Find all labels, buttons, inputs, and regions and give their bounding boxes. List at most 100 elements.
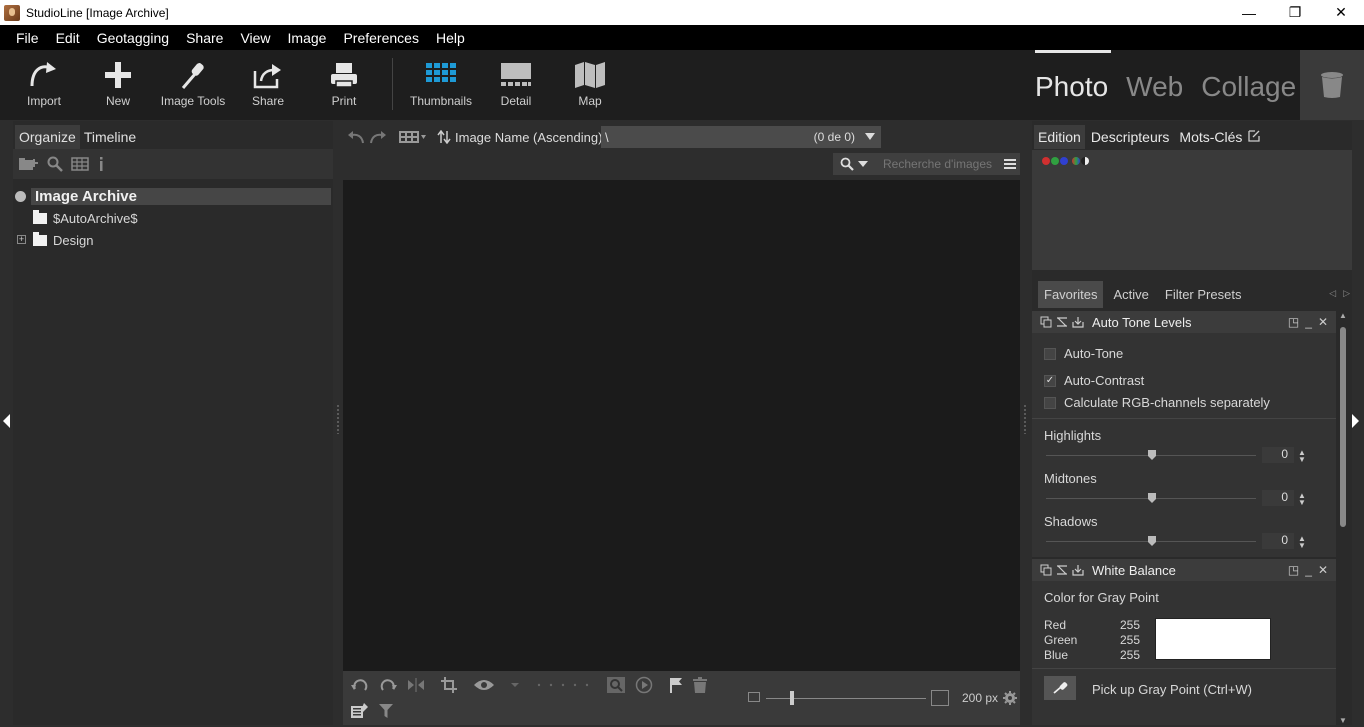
- menu-view[interactable]: View: [240, 30, 270, 46]
- rotate-right-icon[interactable]: [379, 677, 397, 693]
- flag-icon[interactable]: [669, 677, 683, 693]
- auto-tone-checkbox[interactable]: [1044, 347, 1056, 360]
- copy-settings-icon[interactable]: [1040, 316, 1052, 328]
- search-input[interactable]: [875, 153, 1000, 175]
- right-splitter[interactable]: [1024, 404, 1026, 434]
- tab-active[interactable]: Active: [1107, 281, 1154, 308]
- undock-icon[interactable]: ◳: [1288, 563, 1299, 577]
- minimize-section-icon[interactable]: _: [1305, 315, 1312, 329]
- menu-geotagging[interactable]: Geotagging: [97, 30, 169, 46]
- thumbnails-button[interactable]: Thumbnails: [410, 50, 472, 120]
- tab-descripteurs[interactable]: Descripteurs: [1087, 125, 1174, 149]
- tree-item-autoarchive[interactable]: $AutoArchive$: [13, 207, 333, 229]
- reset-icon[interactable]: [1056, 316, 1068, 328]
- eye-icon[interactable]: [473, 678, 495, 692]
- thumbnail-area[interactable]: [343, 180, 1020, 671]
- crop-icon[interactable]: [441, 677, 457, 693]
- large-thumb-icon[interactable]: [931, 690, 949, 706]
- mode-tab-web[interactable]: Web: [1126, 50, 1183, 120]
- tree-root-label[interactable]: Image Archive: [31, 187, 331, 205]
- menu-help[interactable]: Help: [436, 30, 465, 46]
- highlights-value[interactable]: 0: [1262, 447, 1294, 463]
- filter-icon[interactable]: [379, 704, 393, 718]
- pick-gray-point-button[interactable]: [1044, 676, 1076, 700]
- delete-icon[interactable]: [693, 677, 707, 693]
- tab-edition[interactable]: Edition: [1034, 125, 1085, 149]
- path-field[interactable]: \ (0 de 0): [601, 126, 881, 148]
- rgb-separately-checkbox[interactable]: [1044, 396, 1056, 409]
- import-button[interactable]: Import: [24, 50, 64, 120]
- print-button[interactable]: Print: [324, 50, 364, 120]
- scroll-tabs-left-icon[interactable]: ◁: [1329, 288, 1336, 299]
- tab-mots-cles[interactable]: Mots-Clés: [1175, 125, 1246, 149]
- scroll-tabs-right-icon[interactable]: ▷: [1343, 288, 1350, 299]
- rotate-left-icon[interactable]: [351, 677, 369, 693]
- scroll-up-icon[interactable]: ▲: [1339, 311, 1347, 320]
- new-button[interactable]: New: [100, 50, 136, 120]
- collapse-right-icon[interactable]: [1352, 414, 1359, 428]
- scroll-down-icon[interactable]: ▼: [1339, 716, 1347, 725]
- tab-favorites[interactable]: Favorites: [1038, 280, 1104, 308]
- redo-icon[interactable]: [369, 130, 387, 144]
- auto-contrast-checkbox[interactable]: ✓: [1044, 374, 1056, 387]
- edit-panel-scrollbar[interactable]: ▲ ▼: [1338, 311, 1348, 725]
- search-menu-button[interactable]: [1000, 153, 1020, 175]
- zoom-slider-thumb[interactable]: [790, 691, 794, 705]
- menu-file[interactable]: File: [16, 30, 39, 46]
- tree-root-row[interactable]: Image Archive: [13, 185, 333, 207]
- white-balance-header[interactable]: White Balance ◳ _ ✕: [1032, 559, 1336, 581]
- close-section-icon[interactable]: ✕: [1318, 563, 1328, 577]
- view-mode-icon[interactable]: [399, 130, 427, 144]
- gray-point-swatch[interactable]: [1155, 618, 1271, 660]
- menu-share[interactable]: Share: [186, 30, 223, 46]
- mode-tab-collage[interactable]: Collage: [1201, 50, 1296, 120]
- midtones-value[interactable]: 0: [1262, 490, 1294, 506]
- mode-tab-photo[interactable]: Photo: [1035, 50, 1112, 120]
- rgb-separately-option[interactable]: Calculate RGB-channels separately: [1044, 395, 1270, 410]
- menu-edit[interactable]: Edit: [56, 30, 80, 46]
- table-icon[interactable]: [71, 157, 89, 171]
- auto-contrast-option[interactable]: ✓ Auto-Contrast: [1044, 373, 1144, 388]
- close-section-icon[interactable]: ✕: [1318, 315, 1328, 329]
- scrollbar-thumb[interactable]: [1340, 327, 1346, 527]
- slideshow-icon[interactable]: [635, 676, 653, 694]
- share-button[interactable]: Share: [248, 50, 288, 120]
- tab-organize[interactable]: Organize: [15, 125, 80, 149]
- reset-icon[interactable]: [1056, 564, 1068, 576]
- image-tools-button[interactable]: Image Tools: [160, 50, 226, 120]
- tree-item-design[interactable]: + Design: [13, 229, 333, 251]
- flip-icon[interactable]: [407, 677, 425, 693]
- undo-icon[interactable]: [347, 130, 365, 144]
- rating-icon[interactable]: [511, 680, 591, 690]
- apply-icon[interactable]: [1072, 316, 1084, 328]
- auto-tone-option[interactable]: Auto-Tone: [1044, 346, 1123, 361]
- trash-button[interactable]: [1300, 50, 1364, 120]
- small-thumb-icon[interactable]: [748, 692, 760, 702]
- search-icon[interactable]: [47, 156, 63, 172]
- info-icon[interactable]: [97, 157, 105, 171]
- copy-settings-icon[interactable]: [1040, 564, 1052, 576]
- expand-icon[interactable]: +: [17, 235, 26, 244]
- sort-label[interactable]: Image Name (Ascending): [455, 130, 602, 145]
- path-dropdown-icon[interactable]: [865, 133, 875, 140]
- shadows-spinner-icon[interactable]: ▲ ▼: [1298, 535, 1306, 550]
- minimize-section-icon[interactable]: _: [1305, 563, 1312, 577]
- new-folder-icon[interactable]: [19, 157, 39, 171]
- map-button[interactable]: Map: [572, 50, 608, 120]
- search-options-button[interactable]: [833, 153, 875, 175]
- midtones-spinner-icon[interactable]: ▲ ▼: [1298, 492, 1306, 507]
- detach-icon[interactable]: [1248, 130, 1261, 142]
- tab-timeline[interactable]: Timeline: [80, 125, 140, 149]
- shadows-value[interactable]: 0: [1262, 533, 1294, 549]
- edit-properties-icon[interactable]: [351, 703, 369, 719]
- minimize-button[interactable]: —: [1226, 0, 1272, 25]
- collapse-left-icon[interactable]: [3, 414, 10, 428]
- maximize-button[interactable]: ❐: [1272, 0, 1318, 25]
- menu-image[interactable]: Image: [288, 30, 327, 46]
- sort-icon[interactable]: [437, 130, 451, 144]
- detail-button[interactable]: Detail: [496, 50, 536, 120]
- left-splitter[interactable]: [337, 404, 339, 434]
- close-button[interactable]: ✕: [1318, 0, 1364, 25]
- auto-tone-header[interactable]: Auto Tone Levels ◳ _ ✕: [1032, 311, 1336, 333]
- gear-icon[interactable]: [1003, 691, 1017, 705]
